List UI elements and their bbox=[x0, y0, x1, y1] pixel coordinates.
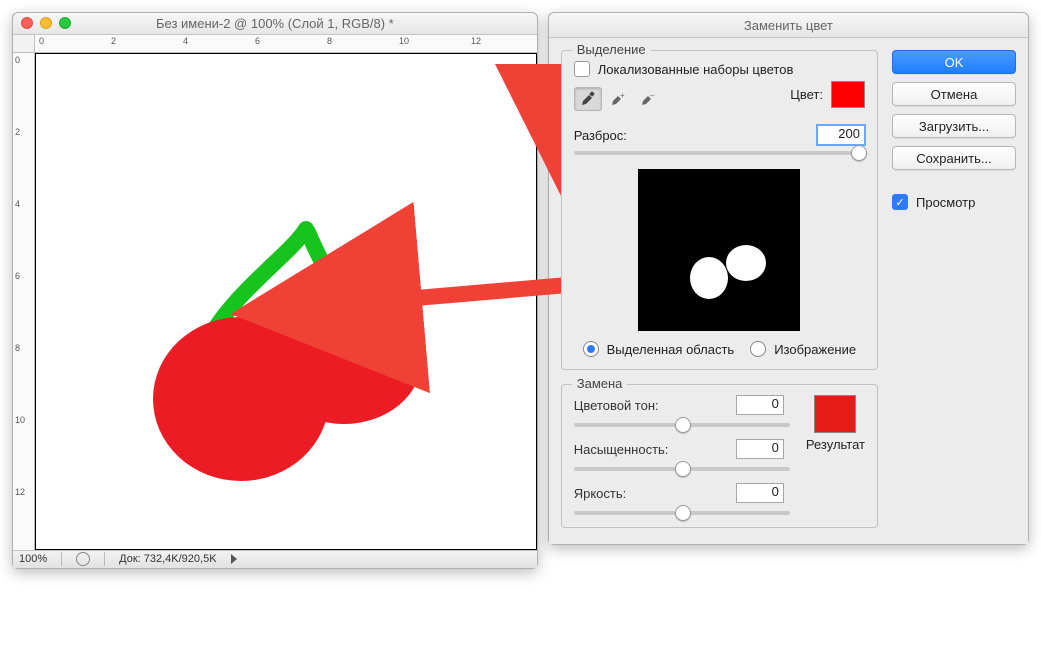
eyedropper-plus-icon[interactable]: + bbox=[604, 87, 632, 111]
ruler-vertical[interactable]: 02468101214 bbox=[13, 53, 35, 550]
localized-label: Локализованные наборы цветов bbox=[598, 62, 794, 77]
light-input[interactable]: 0 bbox=[736, 483, 784, 503]
light-slider[interactable] bbox=[574, 511, 790, 515]
sat-input[interactable]: 0 bbox=[736, 439, 784, 459]
selection-legend: Выделение bbox=[572, 42, 651, 57]
save-button[interactable]: Сохранить... bbox=[892, 146, 1016, 170]
document-window: Без имени-2 @ 100% (Слой 1, RGB/8) * 024… bbox=[12, 12, 538, 569]
canvas[interactable] bbox=[35, 53, 537, 550]
radio-image-label: Изображение bbox=[774, 342, 856, 357]
radio-selection[interactable] bbox=[583, 341, 599, 357]
fuzziness-label: Разброс: bbox=[574, 128, 634, 143]
svg-text:+: + bbox=[620, 91, 625, 100]
radio-image[interactable] bbox=[750, 341, 766, 357]
replace-legend: Замена bbox=[572, 376, 628, 391]
fuzziness-input[interactable]: 200 bbox=[817, 125, 865, 145]
close-icon[interactable] bbox=[21, 17, 33, 29]
minimize-icon[interactable] bbox=[40, 17, 52, 29]
sat-slider[interactable] bbox=[574, 467, 790, 471]
preview-label: Просмотр bbox=[916, 195, 975, 210]
sample-color-swatch[interactable] bbox=[831, 81, 865, 108]
radio-selection-label: Выделенная область bbox=[607, 342, 735, 357]
doc-size: Док: 732,4K/920,5K bbox=[119, 553, 216, 565]
hue-slider[interactable] bbox=[574, 423, 790, 427]
eyedropper-minus-icon[interactable]: – bbox=[634, 87, 662, 111]
dialog-title: Заменить цвет bbox=[557, 18, 1020, 33]
zoom-icon[interactable] bbox=[59, 17, 71, 29]
color-label: Цвет: bbox=[790, 87, 823, 102]
ok-button[interactable]: OK bbox=[892, 50, 1016, 74]
sat-label: Насыщенность: bbox=[574, 442, 684, 457]
dialog-titlebar[interactable]: Заменить цвет bbox=[549, 13, 1028, 38]
status-expand-icon[interactable] bbox=[231, 554, 237, 564]
cancel-button[interactable]: Отмена bbox=[892, 82, 1016, 106]
eyedropper-icon[interactable] bbox=[574, 87, 602, 111]
doc-title: Без имени-2 @ 100% (Слой 1, RGB/8) * bbox=[21, 16, 529, 31]
fuzziness-slider[interactable] bbox=[574, 151, 865, 155]
svg-text:–: – bbox=[650, 91, 655, 100]
light-label: Яркость: bbox=[574, 486, 684, 501]
selection-group: Выделение Локализованные наборы цветов + bbox=[561, 50, 878, 370]
hue-label: Цветовой тон: bbox=[574, 398, 684, 413]
load-button[interactable]: Загрузить... bbox=[892, 114, 1016, 138]
result-color-swatch[interactable] bbox=[814, 395, 856, 433]
ruler-origin[interactable] bbox=[13, 35, 35, 53]
doc-titlebar[interactable]: Без имени-2 @ 100% (Слой 1, RGB/8) * bbox=[13, 13, 537, 35]
ruler-horizontal[interactable]: 02468101214 bbox=[35, 35, 537, 53]
status-bar: 100% Док: 732,4K/920,5K bbox=[13, 550, 537, 568]
result-label: Результат bbox=[806, 437, 865, 452]
selection-preview bbox=[638, 169, 800, 331]
localized-checkbox[interactable] bbox=[574, 61, 590, 77]
replace-color-dialog: Заменить цвет Выделение Локализованные н… bbox=[548, 12, 1029, 545]
replace-group: Замена Цветовой тон: 0 Насыщенность: bbox=[561, 384, 878, 528]
zoom-level[interactable]: 100% bbox=[19, 553, 47, 565]
preview-checkbox[interactable] bbox=[892, 194, 908, 210]
hue-input[interactable]: 0 bbox=[736, 395, 784, 415]
globe-icon[interactable] bbox=[76, 552, 90, 566]
